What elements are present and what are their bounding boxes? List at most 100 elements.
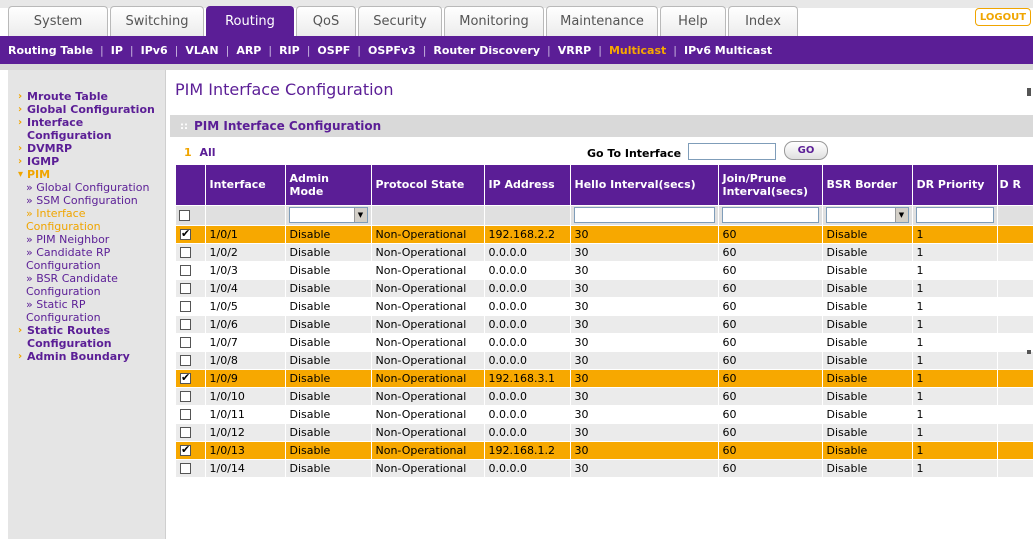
- sidebar-item-igmp[interactable]: › IGMP: [8, 155, 158, 168]
- tab-help[interactable]: Help: [660, 6, 726, 36]
- row-checkbox[interactable]: [180, 301, 191, 312]
- page-all-link[interactable]: All: [200, 146, 216, 159]
- dr-priority-input[interactable]: [915, 207, 994, 223]
- bsr-border-select[interactable]: ▼: [825, 207, 909, 223]
- row-checkbox[interactable]: [180, 371, 191, 384]
- page-number-link[interactable]: 1: [184, 146, 192, 159]
- cell-protocol-state: Non-Operational: [371, 369, 485, 388]
- row-checkbox[interactable]: [180, 463, 191, 474]
- subnav-rip[interactable]: RIP: [279, 44, 300, 57]
- row-checkbox[interactable]: [180, 247, 191, 258]
- cell-interface: 1/0/12: [205, 423, 286, 442]
- sidebar-item-interface-configuration[interactable]: › Interface Configuration: [8, 116, 158, 142]
- table-row[interactable]: 1/0/5 Disable Non-Operational 0.0.0.0 30 60 Di…: [176, 297, 1033, 316]
- tab-monitoring[interactable]: Monitoring: [444, 6, 544, 36]
- table-row[interactable]: 1/0/10 Disable Non-Operational 0.0.0.0 30 60 D…: [176, 387, 1033, 406]
- row-checkbox[interactable]: [180, 355, 191, 366]
- sidebar-item-global-configuration[interactable]: › Global Configuration: [8, 103, 158, 116]
- sidebar-item-mroute-table[interactable]: › Mroute Table: [8, 90, 158, 103]
- subnav-ipv6-multicast[interactable]: IPv6 Multicast: [684, 44, 772, 57]
- logout-button[interactable]: LOGOUT: [975, 8, 1031, 26]
- subnav-router-discovery[interactable]: Router Discovery: [433, 44, 540, 57]
- column-header-truncated[interactable]: D R: [997, 165, 1033, 206]
- table-row[interactable]: 1/0/1DisableNon-Operational192.168.2.230…: [176, 225, 1033, 244]
- table-row[interactable]: 1/0/12 Disable Non-Operational 0.0.0.0 30 60 D…: [176, 423, 1033, 442]
- sidebar-item-pim-neighbor[interactable]: » PIM Neighbor: [8, 233, 158, 246]
- sidebar-item-interface-configuration[interactable]: » Interface Configuration: [8, 207, 158, 233]
- sidebar-item-global-configuration[interactable]: » Global Configuration: [8, 181, 158, 194]
- tab-switching[interactable]: Switching: [110, 6, 204, 36]
- scroll-indicator-lower[interactable]: [1027, 350, 1031, 354]
- row-checkbox[interactable]: [180, 443, 191, 456]
- subnav-routing-table[interactable]: Routing Table: [8, 44, 93, 57]
- tab-index[interactable]: Index: [728, 6, 798, 36]
- column-header-interface[interactable]: Interface: [205, 165, 286, 206]
- cell-bsr-border: Disable: [822, 297, 913, 316]
- table-row[interactable]: 1/0/4 Disable Non-Operational 0.0.0.0 30 60 Di…: [176, 279, 1033, 298]
- sidebar-item-bsr-candidate-configuration[interactable]: » BSR Candidate Configuration: [8, 272, 158, 298]
- subnav-arp[interactable]: ARP: [236, 44, 261, 57]
- subnav-separator: |: [129, 43, 134, 57]
- subnav-ipv6[interactable]: IPv6: [141, 44, 168, 57]
- row-checkbox[interactable]: [180, 427, 191, 438]
- cell-join-prune: 60: [718, 279, 823, 298]
- column-header-protocol-state[interactable]: Protocol State: [371, 165, 485, 206]
- column-header-dr-priority[interactable]: DR Priority: [912, 165, 998, 206]
- table-row[interactable]: 1/0/3 Disable Non-Operational 0.0.0.0 30 60 Di…: [176, 261, 1033, 280]
- table-row[interactable]: 1/0/2 Disable Non-Operational 0.0.0.0 30 60 Di…: [176, 243, 1033, 262]
- table-row[interactable]: 1/0/9DisableNon-Operational192.168.3.130…: [176, 369, 1033, 388]
- row-checkbox[interactable]: [180, 337, 191, 348]
- column-header-ip-address[interactable]: IP Address: [484, 165, 571, 206]
- sidebar-item-dvmrp[interactable]: › DVMRP: [8, 142, 158, 155]
- hello-interval-input[interactable]: [573, 207, 715, 223]
- subnav-multicast[interactable]: Multicast: [609, 44, 666, 57]
- tab-qos[interactable]: QoS: [296, 6, 356, 36]
- table-row[interactable]: 1/0/13DisableNon-Operational192.168.1.23…: [176, 441, 1033, 460]
- cell-protocol-state: Non-Operational: [371, 387, 485, 406]
- row-checkbox[interactable]: [180, 409, 191, 420]
- row-checkbox[interactable]: [180, 391, 191, 402]
- subnav-vrrp[interactable]: VRRP: [558, 44, 592, 57]
- tab-maintenance[interactable]: Maintenance: [546, 6, 658, 36]
- scroll-indicator[interactable]: [1027, 88, 1031, 96]
- select-all-checkbox[interactable]: [179, 210, 190, 221]
- row-checkbox[interactable]: [180, 265, 191, 276]
- sidebar-item-label: » Global Configuration: [26, 181, 150, 194]
- admin-mode-select[interactable]: ▼: [288, 207, 368, 223]
- subnav-separator: |: [225, 43, 230, 57]
- column-header-bsr-border[interactable]: BSR Border: [822, 165, 913, 206]
- sidebar-item-static-routes-configuration[interactable]: › Static Routes Configuration: [8, 324, 158, 350]
- goto-interface-input[interactable]: [688, 143, 776, 160]
- sidebar-item-ssm-configuration[interactable]: » SSM Configuration: [8, 194, 158, 207]
- table-row[interactable]: 1/0/7 Disable Non-Operational 0.0.0.0 30 60 Di…: [176, 333, 1033, 352]
- row-checkbox[interactable]: [180, 227, 191, 240]
- column-header-hello-interval[interactable]: Hello Interval(secs): [570, 165, 719, 206]
- tab-system[interactable]: System: [8, 6, 108, 36]
- go-button[interactable]: GO: [784, 141, 828, 160]
- table-row[interactable]: 1/0/14 Disable Non-Operational 0.0.0.0 30 60 D…: [176, 459, 1033, 478]
- subnav-vlan[interactable]: VLAN: [185, 44, 218, 57]
- cell-join-prune: 60: [718, 297, 823, 316]
- table-header-row: Interface Admin Mode Protocol State IP A…: [176, 165, 1033, 206]
- sidebar-item-admin-boundary[interactable]: › Admin Boundary: [8, 350, 158, 363]
- sidebar-item-label: Admin Boundary: [27, 350, 130, 363]
- cell-hello: 30: [570, 405, 719, 424]
- sidebar-item-candidate-rp-configuration[interactable]: » Candidate RP Configuration: [8, 246, 158, 272]
- column-header-admin-mode[interactable]: Admin Mode: [285, 165, 372, 206]
- sidebar-item-static-rp-configuration[interactable]: » Static RP Configuration: [8, 298, 158, 324]
- join-prune-interval-input[interactable]: [721, 207, 819, 223]
- table-row[interactable]: 1/0/8 Disable Non-Operational 0.0.0.0 30 60 Di…: [176, 351, 1033, 370]
- table-row[interactable]: 1/0/6 Disable Non-Operational 0.0.0.0 30 60 Di…: [176, 315, 1033, 334]
- subnav-ospfv3[interactable]: OSPFv3: [368, 44, 416, 57]
- tab-routing[interactable]: Routing: [206, 6, 294, 36]
- table-row[interactable]: 1/0/11 Disable Non-Operational 0.0.0.0 30 60 D…: [176, 405, 1033, 424]
- subnav-ospf[interactable]: OSPF: [317, 44, 350, 57]
- cell-admin-mode: Disable: [285, 351, 372, 370]
- row-checkbox[interactable]: [180, 283, 191, 294]
- subnav-ip[interactable]: IP: [111, 44, 123, 57]
- cell-truncated: [997, 225, 1033, 244]
- tab-security[interactable]: Security: [358, 6, 442, 36]
- column-header-join-prune-interval[interactable]: Join/Prune Interval(secs): [718, 165, 823, 206]
- sidebar-item-pim[interactable]: ▾ PIM: [8, 168, 158, 181]
- row-checkbox[interactable]: [180, 319, 191, 330]
